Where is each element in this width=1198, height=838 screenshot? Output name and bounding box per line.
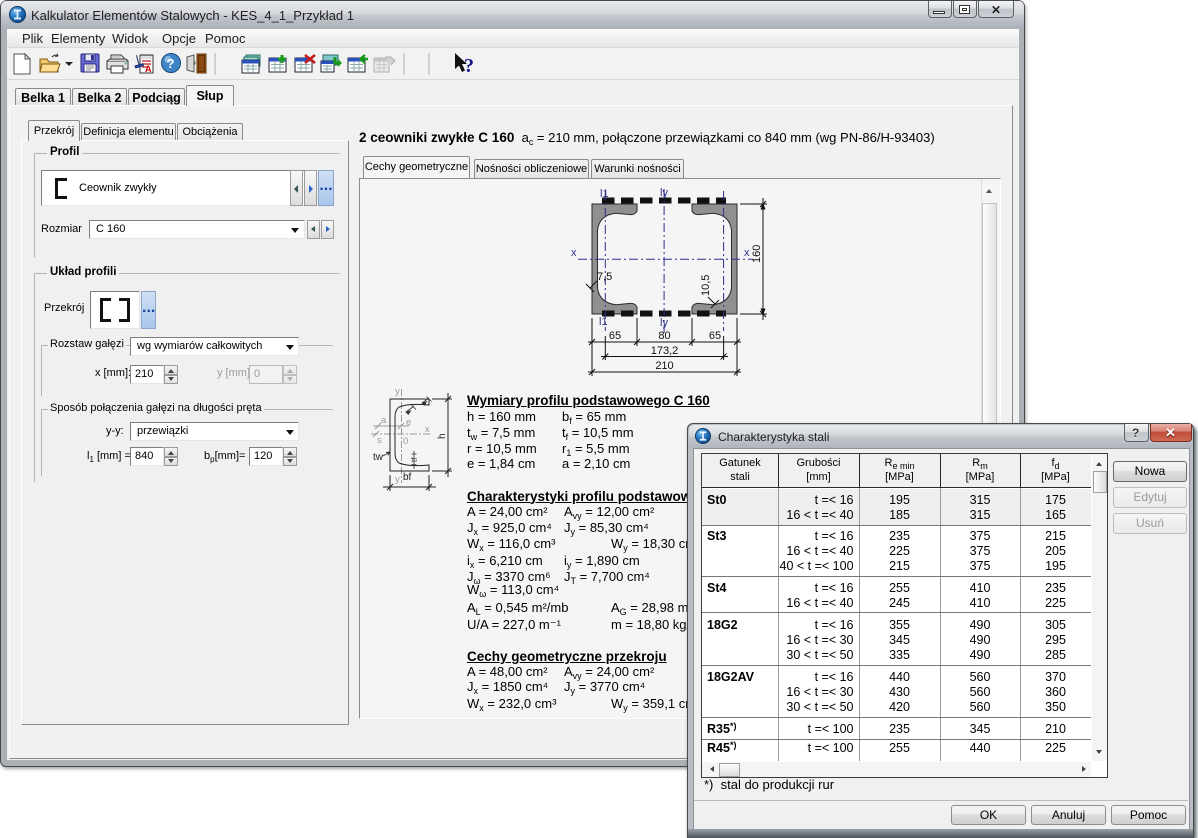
- svg-text:x: x: [571, 247, 577, 259]
- svg-text:210: 210: [655, 360, 673, 372]
- svg-text:?: ?: [167, 56, 175, 71]
- svg-text:l1: l1: [599, 316, 608, 328]
- svg-text:7,5: 7,5: [597, 271, 612, 283]
- svg-text:e: e: [406, 417, 411, 428]
- svg-text:x: x: [744, 247, 750, 259]
- svg-text:tf: tf: [410, 457, 419, 462]
- svg-text:h: h: [437, 433, 448, 439]
- svg-text:a: a: [381, 415, 387, 426]
- svg-text:bf: bf: [403, 472, 412, 483]
- svg-text:10,5: 10,5: [700, 275, 712, 296]
- svg-text:tw: tw: [373, 452, 384, 463]
- svg-text:s: s: [377, 435, 382, 446]
- svg-text:A: A: [145, 64, 152, 74]
- svg-text:ly: ly: [660, 187, 668, 199]
- svg-text:y: y: [395, 386, 400, 397]
- svg-text:l1: l1: [600, 188, 609, 200]
- svg-text:x: x: [425, 424, 430, 435]
- svg-text:65: 65: [609, 330, 621, 342]
- svg-text:0: 0: [403, 436, 408, 447]
- svg-text:160: 160: [751, 245, 763, 263]
- svg-text:80: 80: [658, 330, 670, 342]
- svg-text:ly: ly: [660, 317, 668, 329]
- svg-text:65: 65: [709, 330, 721, 342]
- svg-text:?: ?: [464, 55, 474, 77]
- svg-text:173,2: 173,2: [651, 345, 679, 357]
- svg-text:y: y: [395, 474, 400, 485]
